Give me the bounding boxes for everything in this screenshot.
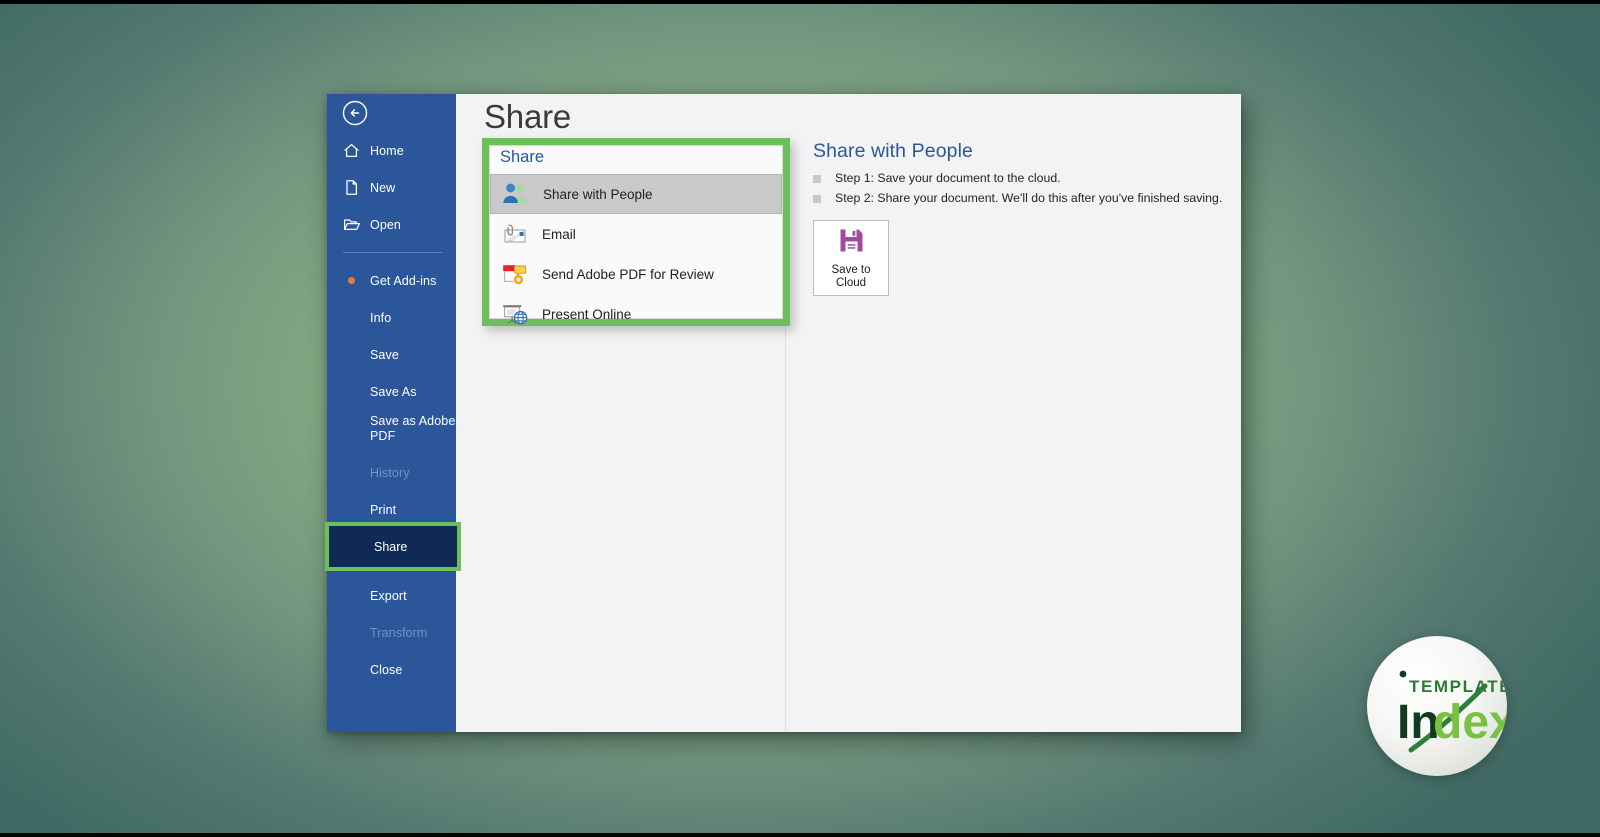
sidebar-item-label: Get Add-ins (370, 273, 437, 288)
step-item: Step 2: Share your document. We'll do th… (813, 191, 1231, 205)
share-option-share-with-people[interactable]: Share with People (490, 174, 782, 214)
orange-dot-icon (348, 277, 355, 284)
sidebar-item-home[interactable]: Home (327, 132, 456, 169)
share-card-title: Share (500, 148, 545, 166)
save-to-cloud-button[interactable]: Save to Cloud (813, 220, 889, 296)
backstage-sidebar: Home New Open Get Add-ins Info Save Save… (327, 94, 456, 732)
share-option-label: Share with People (543, 186, 653, 202)
sidebar-item-label: Print (370, 502, 397, 517)
sidebar-item-open[interactable]: Open (327, 206, 456, 243)
share-nav-highlight: Share (325, 522, 461, 571)
sidebar-divider (343, 252, 442, 253)
sidebar-item-label: Info (370, 310, 392, 325)
backstage-window: Home New Open Get Add-ins Info Save Save… (325, 94, 1241, 732)
detail-title: Share with People (813, 140, 973, 162)
bullet-square-icon (813, 195, 821, 203)
save-to-cloud-label: Save to Cloud (831, 263, 871, 289)
step-item: Step 1: Save your document to the cloud. (813, 171, 1231, 185)
present-online-icon (500, 301, 528, 327)
sidebar-item-close[interactable]: Close (327, 651, 456, 688)
open-folder-icon (342, 215, 361, 234)
email-icon (500, 221, 528, 247)
watermark-text-top: TEMPLATES (1409, 677, 1507, 696)
floppy-disk-save-icon (838, 227, 865, 259)
share-options-highlight: Share Share with People Email Send Adobe… (482, 138, 790, 326)
sidebar-item-label: Close (370, 662, 403, 677)
sidebar-item-export[interactable]: Export (327, 577, 456, 614)
sidebar-item-save-as[interactable]: Save As (327, 373, 456, 410)
new-file-icon (342, 178, 361, 197)
sidebar-item-label: New (370, 180, 396, 195)
share-option-send-adobe-pdf-for-review[interactable]: Send Adobe PDF for Review (490, 254, 782, 294)
adobe-review-icon (500, 261, 528, 287)
step-text: Step 2: Share your document. We'll do th… (835, 191, 1223, 205)
sidebar-item-label: Export (370, 588, 407, 603)
sidebar-item-label: Save as Adobe PDF (370, 414, 456, 443)
sidebar-item-label: Save (370, 347, 399, 362)
share-option-email[interactable]: Email (490, 214, 782, 254)
sidebar-item-label: Open (370, 217, 401, 232)
screenshot-root: Home New Open Get Add-ins Info Save Save… (0, 0, 1600, 837)
share-detail-pane: Share with People Step 1: Save your docu… (813, 140, 1231, 296)
step-text: Step 1: Save your document to the cloud. (835, 171, 1061, 185)
bullet-square-icon (813, 175, 821, 183)
share-options-list: Share with People Email Send Adobe PDF f… (490, 174, 782, 334)
sidebar-item-history: History (327, 454, 456, 491)
sidebar-item-label: Share (374, 539, 408, 554)
share-options-card: Share Share with People Email Send Adobe… (489, 145, 783, 325)
sidebar-item-share[interactable]: Share (329, 526, 457, 567)
sidebar-item-label: History (370, 465, 410, 480)
share-option-label: Email (542, 226, 576, 242)
page-title: Share (484, 98, 572, 135)
share-option-label: Send Adobe PDF for Review (542, 266, 714, 282)
sidebar-item-save[interactable]: Save (327, 336, 456, 373)
share-option-label: Present Online (542, 306, 632, 322)
sidebar-item-label: Transform (370, 625, 428, 640)
sidebar-item-new[interactable]: New (327, 169, 456, 206)
sidebar-item-label: Home (370, 143, 404, 158)
templates-index-watermark: TEMPLATES In dex (1367, 636, 1507, 776)
sidebar-item-transform: Transform (327, 614, 456, 651)
sidebar-item-save-as-adobe-pdf[interactable]: Save as Adobe PDF (327, 410, 456, 454)
sidebar-item-get-add-ins[interactable]: Get Add-ins (327, 262, 456, 299)
back-arrow-icon[interactable] (341, 99, 369, 127)
watermark-text-main-2: dex (1433, 696, 1507, 749)
share-option-present-online[interactable]: Present Online (490, 294, 782, 334)
sidebar-item-info[interactable]: Info (327, 299, 456, 336)
backstage-content: Share Share with People Step 1: Save you… (456, 94, 1241, 732)
home-icon (342, 141, 361, 160)
sidebar-item-label: Save As (370, 384, 417, 399)
share-people-icon (501, 181, 529, 207)
